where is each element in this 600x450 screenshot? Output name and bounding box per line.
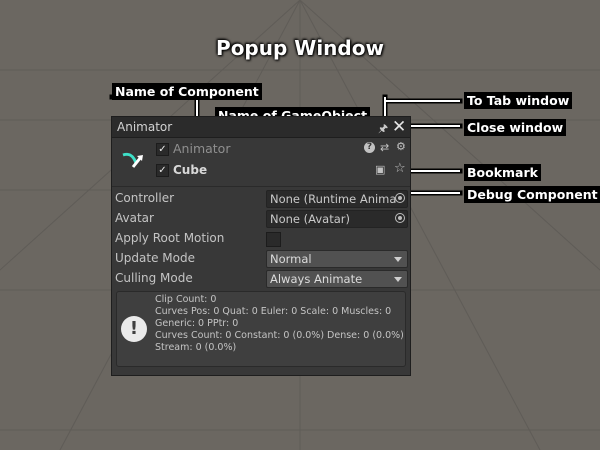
animator-popup-window: Animator 🖈 ✕ ✓ Animator ✓ Cube ? ⇄ ⚙ ▣ ☆…	[111, 116, 411, 376]
property-row-update-mode: Update Mode Normal	[112, 249, 410, 269]
avatar-value: None (Avatar)	[270, 212, 350, 226]
pin-icon[interactable]: 🖈	[378, 120, 388, 139]
object-picker-icon[interactable]	[395, 213, 405, 223]
chevron-down-icon	[394, 277, 402, 282]
chevron-down-icon	[394, 257, 402, 262]
component-name: Animator	[173, 141, 231, 156]
gameobject-name: Cube	[173, 163, 208, 177]
callout-close-window: Close window	[464, 119, 567, 136]
culling-mode-label: Culling Mode	[115, 271, 193, 285]
component-header: ✓ Animator ✓ Cube ? ⇄ ⚙ ▣ ☆	[112, 138, 410, 187]
property-row-controller: Controller None (Runtime Anima	[112, 189, 410, 209]
update-mode-label: Update Mode	[115, 251, 195, 265]
info-line: Clip Count: 0	[155, 294, 217, 305]
culling-mode-value: Always Animate	[270, 272, 363, 286]
callout-bookmark: Bookmark	[464, 164, 541, 181]
apply-root-motion-checkbox[interactable]	[266, 232, 281, 247]
info-line: Stream: 0 (0.0%)	[155, 342, 237, 353]
window-titlebar[interactable]: Animator 🖈 ✕	[112, 117, 410, 138]
avatar-label: Avatar	[115, 211, 154, 225]
page-title: Popup Window	[216, 36, 384, 60]
culling-mode-dropdown[interactable]: Always Animate	[266, 270, 408, 288]
window-title: Animator	[117, 120, 173, 134]
controller-value: None (Runtime Anima	[270, 192, 397, 206]
info-line: Curves Count: 0 Constant: 0 (0.0%) Dense…	[155, 330, 404, 341]
avatar-field[interactable]: None (Avatar)	[266, 210, 408, 228]
update-mode-dropdown[interactable]: Normal	[266, 250, 408, 268]
property-row-avatar: Avatar None (Avatar)	[112, 209, 410, 229]
info-line: Curves Pos: 0 Quat: 0 Euler: 0 Scale: 0 …	[155, 306, 392, 317]
controller-field[interactable]: None (Runtime Anima	[266, 190, 408, 208]
callout-debug-component: Debug Component	[464, 186, 600, 203]
animator-icon	[122, 152, 143, 168]
settings-icon[interactable]: ⚙	[396, 140, 406, 153]
update-mode-value: Normal	[270, 252, 312, 266]
bookmark-icon[interactable]: ☆	[394, 161, 406, 176]
component-enabled-checkbox[interactable]: ✓	[156, 143, 169, 156]
debug-icon[interactable]: ▣	[375, 163, 385, 176]
gameobject-active-checkbox[interactable]: ✓	[156, 164, 169, 177]
info-icon: !	[121, 316, 147, 342]
callout-to-tab-window: To Tab window	[464, 92, 573, 109]
controller-label: Controller	[115, 191, 175, 205]
info-line: Generic: 0 PPtr: 0	[155, 318, 239, 329]
property-row-culling-mode: Culling Mode Always Animate	[112, 269, 410, 289]
info-box: ! Clip Count: 0 Curves Pos: 0 Quat: 0 Eu…	[116, 291, 406, 367]
preset-icon[interactable]: ⇄	[380, 141, 389, 154]
callout-name-of-component: Name of Component	[112, 83, 262, 100]
help-icon[interactable]: ?	[364, 142, 375, 153]
apply-root-motion-label: Apply Root Motion	[115, 231, 225, 245]
property-row-apply-root-motion: Apply Root Motion	[112, 229, 410, 249]
object-picker-icon[interactable]	[395, 193, 405, 203]
close-icon[interactable]: ✕	[392, 117, 406, 137]
